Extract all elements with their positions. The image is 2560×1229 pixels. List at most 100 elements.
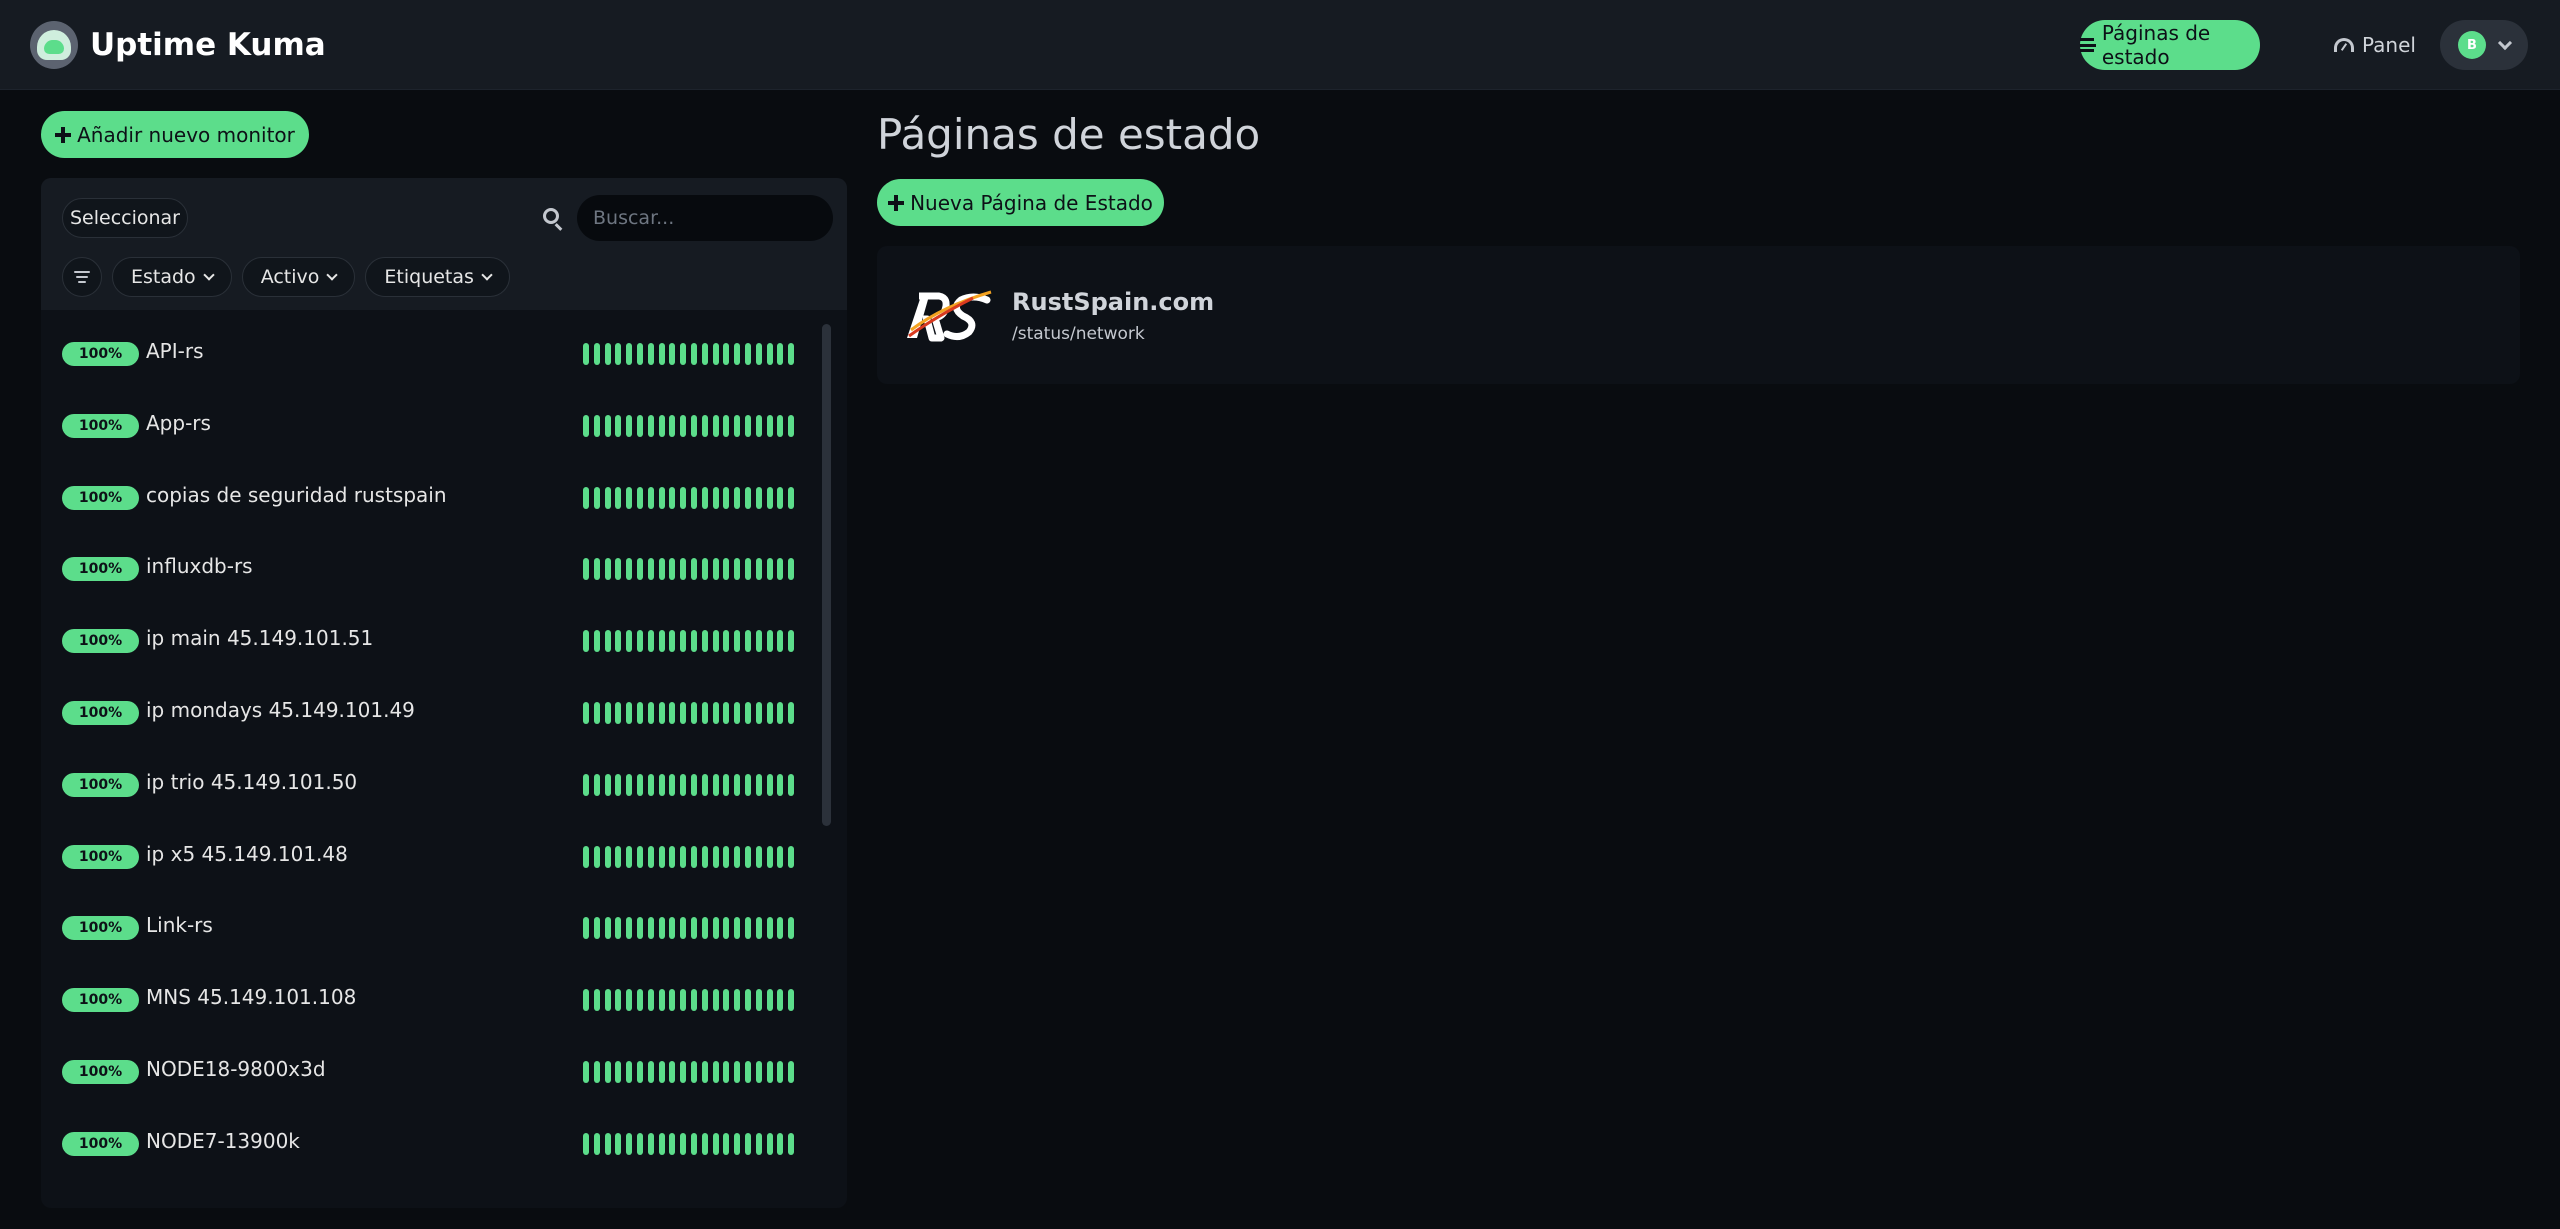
heartbeat-beat[interactable]	[583, 845, 589, 868]
heartbeat-beat[interactable]	[583, 773, 589, 796]
heartbeat-beat[interactable]	[593, 989, 600, 1012]
heartbeat-beat[interactable]	[669, 1132, 676, 1155]
heartbeat-beat[interactable]	[637, 414, 643, 437]
heartbeat-beat[interactable]	[755, 773, 762, 796]
heartbeat-beat[interactable]	[637, 917, 643, 940]
heartbeat-beat[interactable]	[604, 1132, 611, 1155]
heartbeat-beat[interactable]	[658, 702, 665, 724]
heartbeat-beat[interactable]	[766, 630, 773, 653]
heartbeat-beat[interactable]	[680, 486, 687, 509]
heartbeat-beat[interactable]	[647, 989, 654, 1012]
heartbeat-beat[interactable]	[734, 917, 741, 940]
heartbeat-beat[interactable]	[755, 845, 762, 868]
heartbeat-beat[interactable]	[701, 989, 708, 1012]
heartbeat-beat[interactable]	[691, 630, 697, 653]
heartbeat-beat[interactable]	[593, 414, 600, 437]
heartbeat-beat[interactable]	[691, 773, 697, 796]
heartbeat-beat[interactable]	[593, 1132, 600, 1155]
heartbeat-beat[interactable]	[583, 343, 589, 365]
heartbeat-beat[interactable]	[658, 558, 665, 581]
heartbeat-beat[interactable]	[680, 773, 687, 796]
heartbeat-beat[interactable]	[647, 917, 654, 940]
heartbeat-beat[interactable]	[626, 702, 633, 724]
heartbeat-beat[interactable]	[723, 1061, 730, 1083]
heartbeat-beat[interactable]	[593, 343, 600, 365]
heartbeat-beat[interactable]	[647, 486, 654, 509]
heartbeat-beat[interactable]	[766, 989, 773, 1012]
heartbeat-beat[interactable]	[669, 558, 676, 581]
heartbeat-beat[interactable]	[593, 630, 600, 653]
heartbeat-beat[interactable]	[777, 1061, 784, 1083]
heartbeat-beat[interactable]	[755, 702, 762, 724]
heartbeat-beat[interactable]	[734, 773, 741, 796]
heartbeat-beat[interactable]	[604, 702, 611, 724]
filter-tags-dropdown[interactable]: Etiquetas	[365, 257, 510, 297]
heartbeat-beat[interactable]	[626, 486, 633, 509]
heartbeat-beat[interactable]	[777, 773, 784, 796]
heartbeat-beat[interactable]	[691, 558, 697, 581]
heartbeat-beat[interactable]	[658, 486, 665, 509]
heartbeat-beat[interactable]	[701, 702, 708, 724]
new-status-page-button[interactable]: Nueva Página de Estado	[877, 179, 1164, 226]
dashboard-link[interactable]: Panel	[2334, 30, 2416, 60]
heartbeat-beat[interactable]	[583, 414, 589, 437]
heartbeat-beat[interactable]	[583, 917, 589, 940]
heartbeat-beat[interactable]	[669, 1061, 676, 1083]
heartbeat-beat[interactable]	[734, 702, 741, 724]
heartbeat-beat[interactable]	[615, 702, 622, 724]
heartbeat-beat[interactable]	[680, 630, 687, 653]
heartbeat-beat[interactable]	[658, 1132, 665, 1155]
heartbeat-beat[interactable]	[766, 558, 773, 581]
heartbeat-beat[interactable]	[615, 486, 622, 509]
heartbeat-beat[interactable]	[745, 917, 751, 940]
heartbeat-beat[interactable]	[788, 630, 795, 653]
heartbeat-beat[interactable]	[734, 486, 741, 509]
monitor-list-item[interactable]: 100% ip x5 45.149.101.48	[41, 813, 821, 885]
heartbeat-beat[interactable]	[701, 773, 708, 796]
search-input[interactable]	[577, 195, 833, 241]
heartbeat-beat[interactable]	[788, 343, 795, 365]
heartbeat-beat[interactable]	[637, 845, 643, 868]
heartbeat-beat[interactable]	[658, 414, 665, 437]
heartbeat-beat[interactable]	[593, 702, 600, 724]
heartbeat-beat[interactable]	[777, 702, 784, 724]
heartbeat-beat[interactable]	[777, 343, 784, 365]
status-pages-button[interactable]: Páginas de estado	[2080, 20, 2260, 70]
heartbeat-beat[interactable]	[788, 486, 795, 509]
heartbeat-beat[interactable]	[777, 989, 784, 1012]
heartbeat-beat[interactable]	[745, 845, 751, 868]
heartbeat-beat[interactable]	[615, 414, 622, 437]
heartbeat-beat[interactable]	[788, 773, 795, 796]
heartbeat-beat[interactable]	[701, 845, 708, 868]
heartbeat-beat[interactable]	[593, 1061, 600, 1083]
monitor-list-item[interactable]: 100% API-rs	[41, 310, 821, 382]
heartbeat-beat[interactable]	[658, 989, 665, 1012]
heartbeat-beat[interactable]	[788, 414, 795, 437]
heartbeat-beat[interactable]	[647, 414, 654, 437]
heartbeat-beat[interactable]	[626, 414, 633, 437]
scrollbar[interactable]	[822, 324, 831, 826]
heartbeat-beat[interactable]	[777, 486, 784, 509]
heartbeat-beat[interactable]	[777, 845, 784, 868]
heartbeat-beat[interactable]	[626, 989, 633, 1012]
heartbeat-beat[interactable]	[745, 989, 751, 1012]
profile-menu[interactable]: B	[2440, 20, 2528, 70]
heartbeat-beat[interactable]	[734, 558, 741, 581]
heartbeat-beat[interactable]	[766, 845, 773, 868]
heartbeat-beat[interactable]	[734, 343, 741, 365]
status-page-item[interactable]: RustSpain.com /status/network	[877, 246, 2520, 384]
heartbeat-beat[interactable]	[745, 486, 751, 509]
heartbeat-beat[interactable]	[647, 630, 654, 653]
heartbeat-beat[interactable]	[669, 989, 676, 1012]
heartbeat-beat[interactable]	[712, 343, 719, 365]
heartbeat-beat[interactable]	[701, 1061, 708, 1083]
heartbeat-beat[interactable]	[604, 630, 611, 653]
heartbeat-beat[interactable]	[680, 845, 687, 868]
heartbeat-beat[interactable]	[669, 917, 676, 940]
add-monitor-button[interactable]: Añadir nuevo monitor	[41, 111, 309, 158]
heartbeat-beat[interactable]	[777, 917, 784, 940]
heartbeat-beat[interactable]	[604, 343, 611, 365]
heartbeat-beat[interactable]	[723, 414, 730, 437]
heartbeat-beat[interactable]	[691, 845, 697, 868]
heartbeat-beat[interactable]	[712, 702, 719, 724]
